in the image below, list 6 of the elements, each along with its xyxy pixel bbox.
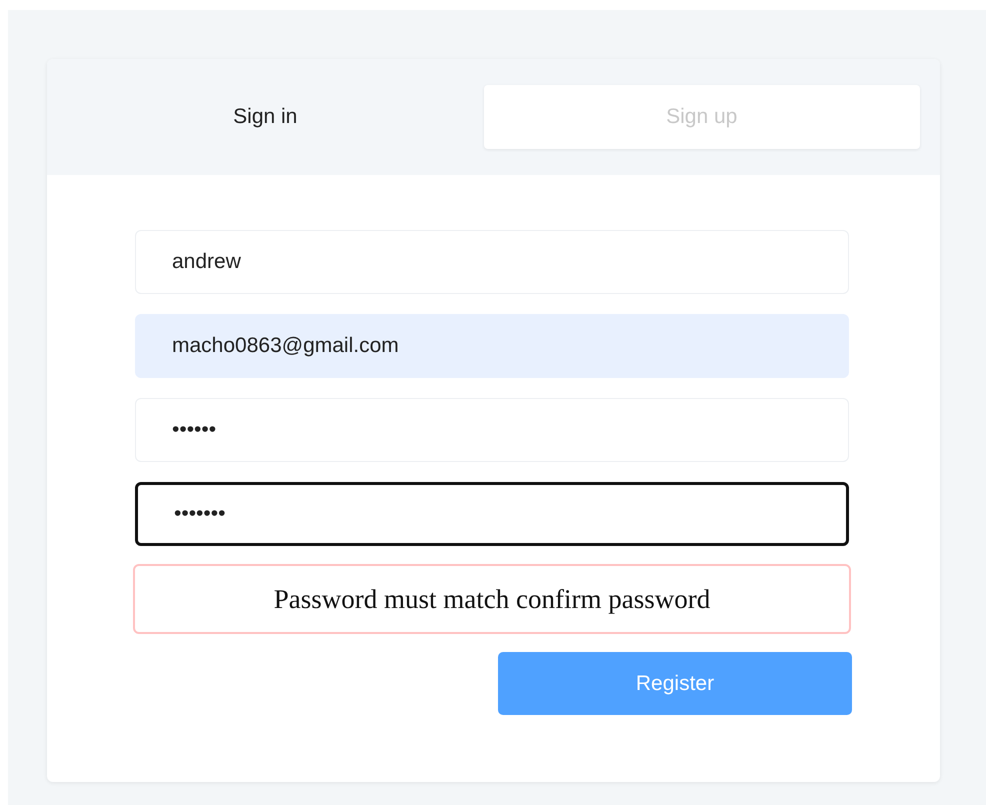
error-message: Password must match confirm password bbox=[133, 564, 851, 634]
input-field[interactable]: ••••••• bbox=[135, 482, 849, 546]
input-field[interactable]: macho0863@gmail.com bbox=[135, 314, 849, 378]
input-field[interactable]: andrew bbox=[135, 230, 849, 294]
input-field[interactable]: •••••• bbox=[135, 398, 849, 462]
tab[interactable]: Sign in bbox=[47, 85, 484, 149]
